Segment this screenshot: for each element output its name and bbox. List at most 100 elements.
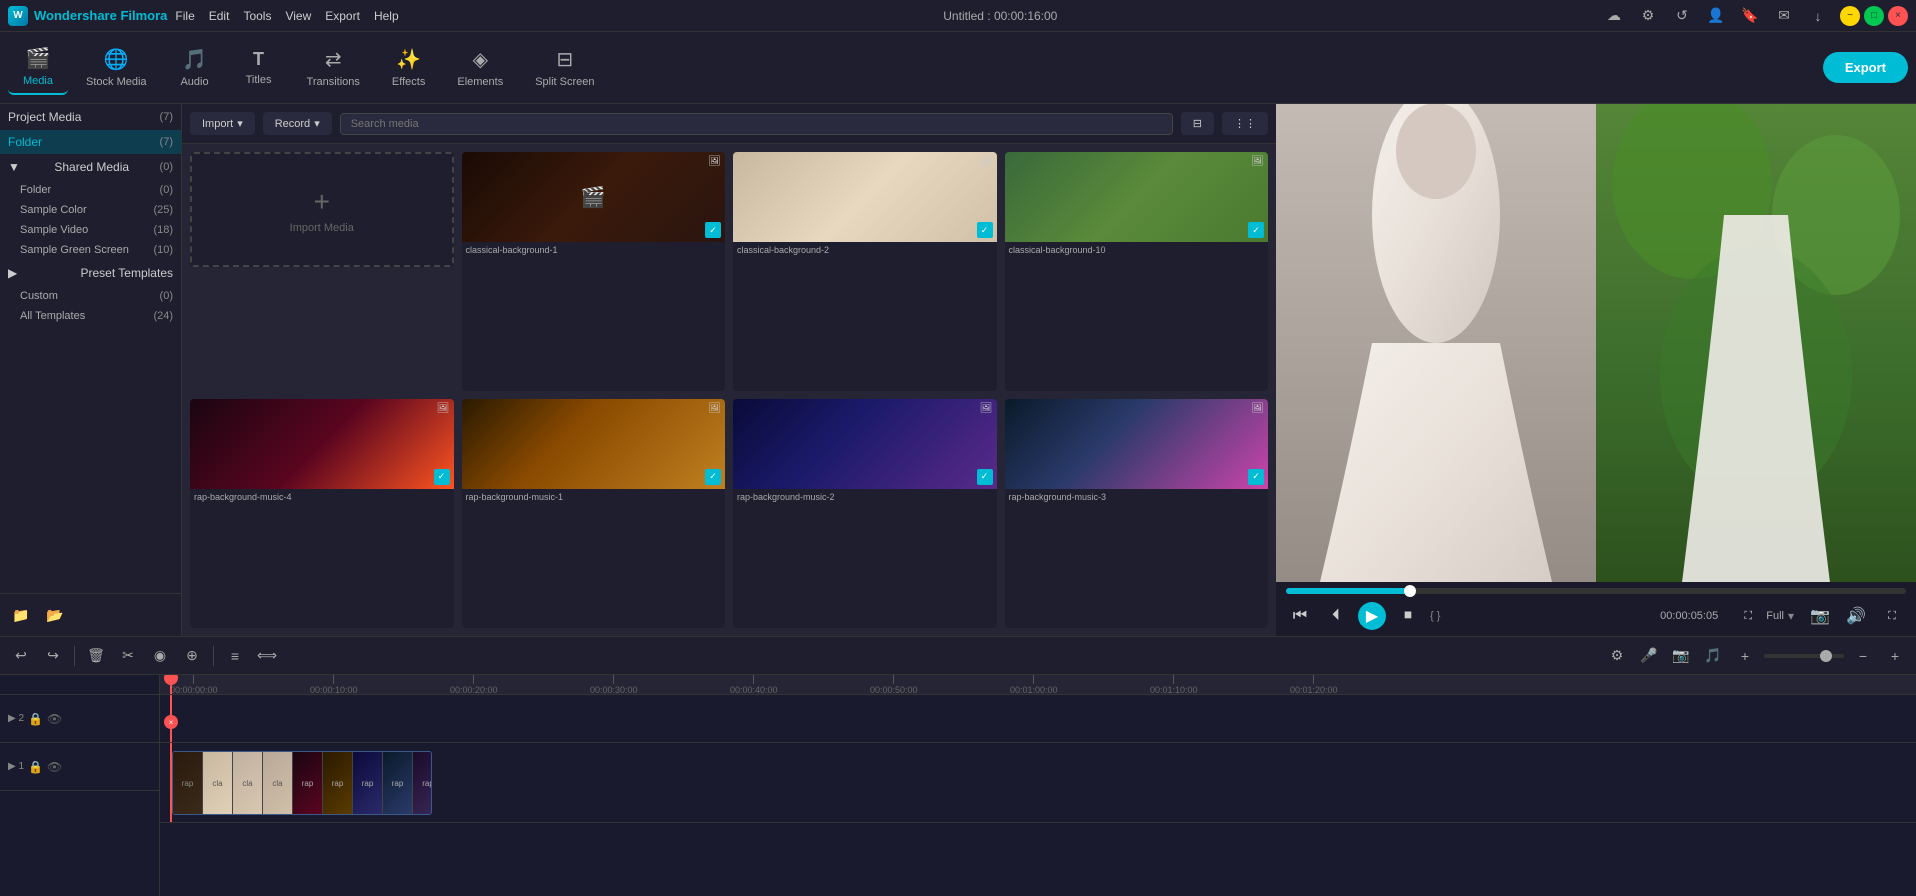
- export-button[interactable]: Export: [1823, 52, 1908, 83]
- update-icon[interactable]: ↺: [1670, 4, 1694, 28]
- play-button[interactable]: ▶: [1358, 602, 1386, 630]
- timeline-audio-button[interactable]: 🎵: [1700, 643, 1726, 669]
- media-check-icon4: ✓: [434, 469, 450, 485]
- ripple-button[interactable]: ⟺: [254, 643, 280, 669]
- download-icon[interactable]: ↓: [1806, 4, 1830, 28]
- sample-green-screen-item[interactable]: Sample Green Screen (10): [0, 240, 181, 260]
- new-folder-button[interactable]: 📁: [8, 602, 34, 628]
- track-1-lock-icon[interactable]: 🔒: [28, 760, 43, 774]
- track-2-lock-icon[interactable]: 🔒: [28, 712, 43, 726]
- delete-button[interactable]: 🗑: [83, 643, 109, 669]
- media-thumb-classical-1: 🎬 🖼 ✓: [462, 152, 726, 242]
- menu-edit[interactable]: Edit: [209, 9, 230, 23]
- media-check-icon5: ✓: [705, 469, 721, 485]
- toolbar-media[interactable]: 🎬 Media: [8, 40, 68, 95]
- preview-panel: ⏮ ⏴ ▶ ⏹ { } 00:00:05:05 ⛶ Full ▾ 📷 🔊 ⛶: [1276, 104, 1916, 636]
- media-item-rap-4[interactable]: 🖼 ✓ rap-background-music-4: [190, 399, 454, 629]
- clip-strip-1[interactable]: rap cla cla cla rap rap rap rap rap: [172, 751, 432, 815]
- sample-color-label: Sample Color: [20, 204, 87, 216]
- track-row-2: ×: [160, 695, 1916, 743]
- volume-button[interactable]: 🔊: [1842, 602, 1870, 630]
- preset-templates-header[interactable]: ▶ Preset Templates: [0, 260, 181, 286]
- undo-button[interactable]: ↩: [8, 643, 34, 669]
- media-item-rap-2[interactable]: 🖼 ✓ rap-background-music-2: [733, 399, 997, 629]
- search-input[interactable]: [340, 113, 1173, 135]
- add-track-button[interactable]: +: [1882, 643, 1908, 669]
- toolbar-titles[interactable]: T Titles: [229, 43, 289, 92]
- menu-file[interactable]: File: [175, 9, 194, 23]
- screenshot-button[interactable]: 📷: [1806, 602, 1834, 630]
- zoom-slider[interactable]: [1764, 654, 1844, 658]
- close-button[interactable]: ×: [1888, 6, 1908, 26]
- toolbar-stock-media[interactable]: 🌐 Stock Media: [72, 41, 161, 94]
- sample-color-item[interactable]: Sample Color (25): [0, 200, 181, 220]
- media-item-classical-1[interactable]: 🎬 🖼 ✓ classical-background-1: [462, 152, 726, 391]
- import-media-card[interactable]: + Import Media: [190, 152, 454, 267]
- media-item-rap-1[interactable]: 🖼 ✓ rap-background-music-1: [462, 399, 726, 629]
- toolbar-elements[interactable]: ◈ Elements: [443, 41, 517, 94]
- media-item-rap-3[interactable]: 🖼 ✓ rap-background-music-3: [1005, 399, 1269, 629]
- import-button[interactable]: Import ▾: [190, 112, 255, 135]
- progress-handle[interactable]: [1404, 585, 1416, 597]
- project-media-header[interactable]: Project Media (7): [0, 104, 181, 130]
- filter-button[interactable]: ⊟: [1181, 112, 1214, 135]
- mark-in-button[interactable]: ◉: [147, 643, 173, 669]
- timeline-camera-button[interactable]: 📷: [1668, 643, 1694, 669]
- zoom-fit-button[interactable]: ⛶: [1734, 602, 1762, 630]
- sample-video-item[interactable]: Sample Video (18): [0, 220, 181, 240]
- custom-item[interactable]: Custom (0): [0, 286, 181, 306]
- folder-open-button[interactable]: 📂: [42, 602, 68, 628]
- skip-back-button[interactable]: ⏮: [1286, 602, 1314, 630]
- sample-video-label: Sample Video: [20, 224, 88, 236]
- view-options-button[interactable]: ⋮⋮: [1222, 112, 1268, 135]
- fullscreen-button[interactable]: ⛶: [1878, 602, 1906, 630]
- redo-button[interactable]: ↪: [40, 643, 66, 669]
- toolbar-audio[interactable]: 🎵 Audio: [165, 41, 225, 94]
- toolbar-effects[interactable]: ✨ Effects: [378, 41, 439, 94]
- record-button[interactable]: Record ▾: [263, 112, 332, 135]
- titles-icon: T: [253, 49, 264, 70]
- maximize-button[interactable]: □: [1864, 6, 1884, 26]
- timeline-mic-button[interactable]: 🎤: [1636, 643, 1662, 669]
- timeline-zoom-in[interactable]: +: [1732, 643, 1758, 669]
- shared-media-header[interactable]: ▼ Shared Media (0): [0, 154, 181, 180]
- frame-back-button[interactable]: ⏴: [1322, 602, 1350, 630]
- stop-button[interactable]: ⏹: [1394, 602, 1422, 630]
- media-type-icon5: 🖼: [708, 403, 721, 414]
- menu-view[interactable]: View: [285, 9, 311, 23]
- account-icon[interactable]: 👤: [1704, 4, 1728, 28]
- minimize-button[interactable]: −: [1840, 6, 1860, 26]
- timeline-body: ▶ 2 🔒 👁 ▶ 1 🔒 👁 00:00:00:00 00:00:10:00 …: [0, 675, 1916, 896]
- timeline-zoom-out[interactable]: −: [1850, 643, 1876, 669]
- menu-export[interactable]: Export: [325, 9, 360, 23]
- bookmark-icon[interactable]: 🔖: [1738, 4, 1762, 28]
- shared-folder-item[interactable]: Folder (0): [0, 180, 181, 200]
- track-row-1[interactable]: rap cla cla cla rap rap rap rap rap: [160, 743, 1916, 823]
- media-item-classical-10[interactable]: 🖼 ✓ classical-background-10: [1005, 152, 1269, 391]
- chevron-right-icon: ▶: [8, 266, 17, 280]
- toolbar-split-screen[interactable]: ⊟ Split Screen: [521, 41, 608, 94]
- progress-bar[interactable]: [1286, 588, 1906, 594]
- cloud-icon[interactable]: ☁: [1602, 4, 1626, 28]
- track-2-eye-icon[interactable]: 👁: [47, 712, 62, 726]
- project-folder-item[interactable]: Folder (7): [0, 130, 181, 154]
- timeline-content[interactable]: 00:00:00:00 00:00:10:00 00:00:20:00 00:0…: [160, 675, 1916, 896]
- zoom-timeline-button[interactable]: ⊕: [179, 643, 205, 669]
- all-templates-item[interactable]: All Templates (24): [0, 306, 181, 326]
- track-1-playhead: [170, 743, 172, 822]
- app-name: Wondershare Filmora: [34, 8, 167, 23]
- media-thumb-classical-10: 🖼 ✓: [1005, 152, 1269, 242]
- mail-icon[interactable]: ✉: [1772, 4, 1796, 28]
- media-item-classical-2[interactable]: 🖼 ✓ classical-background-2: [733, 152, 997, 391]
- track-1-eye-icon[interactable]: 👁: [47, 760, 62, 774]
- timeline-settings-button[interactable]: ⚙: [1604, 643, 1630, 669]
- cut-button[interactable]: ✂: [115, 643, 141, 669]
- media-thumb-classical-2: 🖼 ✓: [733, 152, 997, 242]
- menu-tools[interactable]: Tools: [243, 9, 271, 23]
- toolbar-transitions[interactable]: ⇄ Transitions: [293, 41, 374, 94]
- all-templates-label: All Templates: [20, 310, 85, 322]
- settings-icon[interactable]: ⚙: [1636, 4, 1660, 28]
- volume-adjust-button[interactable]: ≡: [222, 643, 248, 669]
- menu-help[interactable]: Help: [374, 9, 399, 23]
- zoom-handle[interactable]: [1820, 650, 1832, 662]
